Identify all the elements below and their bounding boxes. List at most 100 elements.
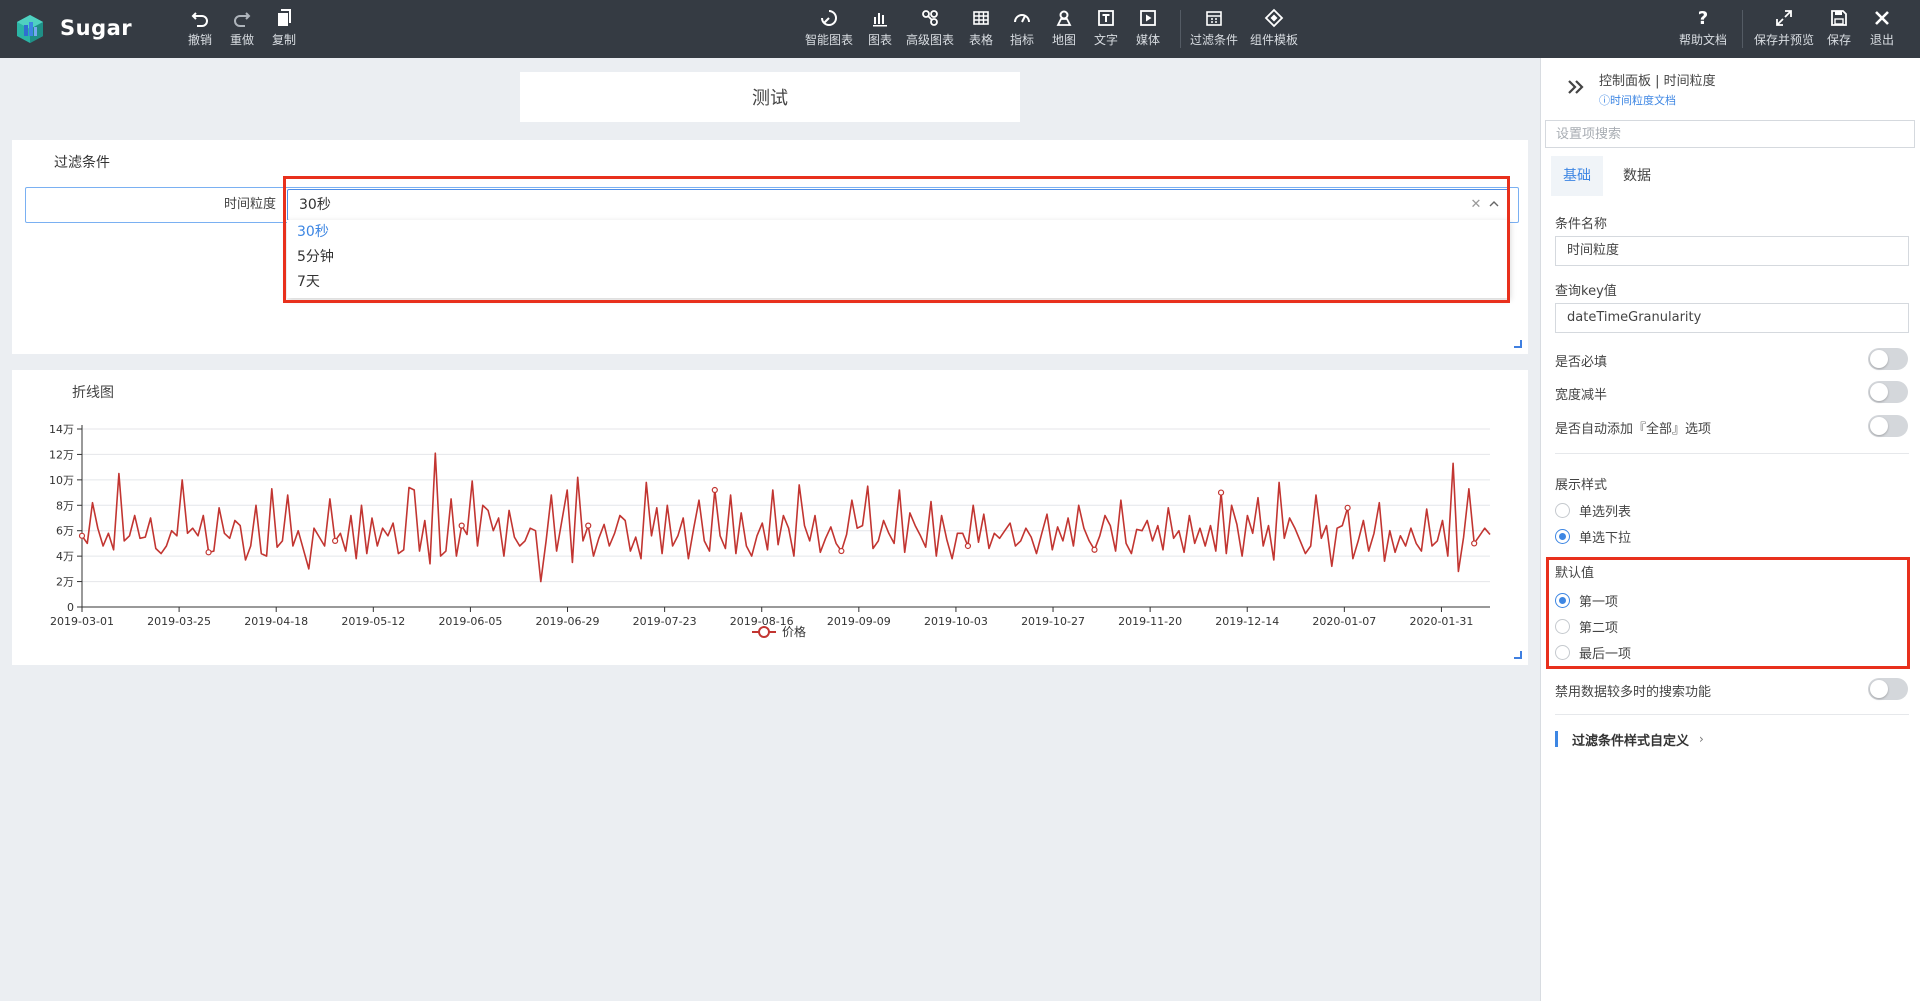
metric-button[interactable]: 指标 [1010, 8, 1034, 52]
advanced-chart-button[interactable]: 高级图表 [906, 8, 954, 52]
advanced-chart-icon [922, 10, 938, 26]
page-title[interactable]: 测试 [520, 72, 1020, 122]
close-icon[interactable]: ✕ [1469, 198, 1483, 212]
save-preview-button[interactable]: 保存并预览 [1754, 8, 1814, 52]
exit-label: 退出 [1870, 33, 1895, 47]
doc-link[interactable]: ⓘ时间粒度文档 [1599, 92, 1676, 108]
query-key-label: 查询key值 [1555, 284, 1617, 299]
series-point [1091, 546, 1098, 553]
auto-all-toggle[interactable] [1868, 415, 1908, 437]
radio-button[interactable] [1555, 644, 1570, 660]
select-dropdown: 30秒 5分钟 7天 [287, 220, 1510, 298]
chevron-right-icon: › [1699, 732, 1704, 746]
redo-button[interactable]: 重做 [230, 8, 254, 52]
floppy-save-icon [1831, 10, 1847, 26]
tab-basic[interactable]: 基础 [1551, 156, 1603, 196]
radio-default-last[interactable]: 最后一项 [1555, 642, 1631, 662]
media-button[interactable]: 媒体 [1136, 8, 1160, 52]
map-button[interactable]: 地图 [1052, 8, 1076, 52]
radio-button[interactable] [1555, 592, 1570, 608]
disable-search-toggle[interactable] [1868, 678, 1908, 700]
condition-name-label: 条件名称 [1555, 217, 1608, 232]
radio-default-second[interactable]: 第二项 [1555, 616, 1618, 636]
smart-chart-icon [821, 10, 837, 26]
default-value-label: 默认值 [1555, 566, 1595, 581]
y-tick-label: 12万 [49, 448, 74, 461]
radio-button[interactable] [1555, 502, 1570, 518]
filter-button[interactable]: 过滤条件 [1190, 8, 1238, 52]
y-tick-label: 10万 [49, 474, 74, 487]
y-tick-label: 2万 [56, 576, 74, 589]
radio-button[interactable] [1555, 528, 1570, 544]
resize-handle[interactable] [1514, 340, 1522, 348]
y-tick-label: 8万 [56, 499, 74, 512]
series-point [964, 542, 972, 550]
legend-label: 价格 [782, 624, 806, 639]
y-tick-label: 4万 [56, 550, 74, 563]
chart-button[interactable]: 图表 [868, 8, 892, 52]
smart-chart-label: 智能图表 [805, 33, 854, 47]
series-point [332, 537, 339, 544]
save-button[interactable]: 保存 [1827, 8, 1851, 52]
custom-style-section[interactable]: 过滤条件样式自定义 › [1555, 730, 1704, 749]
dropdown-option[interactable]: 30秒 [287, 220, 1510, 245]
series-point [711, 486, 718, 494]
x-tick-label: 2020-01-31 [1409, 615, 1473, 628]
filter-label: 过滤条件 [1190, 33, 1239, 47]
settings-search-input[interactable] [1545, 120, 1915, 148]
series-point [78, 532, 86, 539]
series-line [81, 452, 1491, 583]
required-label: 是否必填 [1555, 355, 1608, 370]
series-point [1471, 540, 1478, 547]
template-label: 组件模板 [1250, 33, 1299, 47]
dropdown-option[interactable]: 7天 [287, 270, 1510, 295]
template-button[interactable]: 组件模板 [1250, 8, 1298, 52]
sugar-logo-icon [17, 15, 43, 43]
tab-data[interactable]: 数据 [1611, 156, 1663, 196]
section-accent-bar [1555, 731, 1558, 747]
required-toggle[interactable] [1868, 348, 1908, 370]
copy-button[interactable]: 复制 [272, 8, 296, 52]
media-label: 媒体 [1136, 33, 1161, 47]
text-button[interactable]: 文字 [1094, 8, 1118, 52]
metric-label: 指标 [1010, 33, 1035, 47]
panel-header: 控制面板 | 时间粒度 [1599, 74, 1716, 89]
smart-chart-button[interactable]: 智能图表 [805, 8, 853, 52]
dropdown-option[interactable]: 5分钟 [287, 245, 1510, 270]
time-granularity-select[interactable]: 30秒 ✕ [287, 189, 1510, 221]
toolbar-separator [1742, 10, 1743, 48]
double-chevron-right-icon[interactable] [1565, 76, 1587, 98]
x-tick-label: 2019-03-01 [50, 615, 114, 628]
divider [1555, 714, 1909, 715]
filter-card-title: 过滤条件 [54, 155, 110, 171]
table-label: 表格 [969, 33, 994, 47]
y-tick-label: 14万 [49, 423, 74, 436]
half-width-toggle[interactable] [1868, 381, 1908, 403]
radio-display-list[interactable]: 单选列表 [1555, 500, 1631, 520]
text-icon [1098, 10, 1114, 26]
line-chart-card[interactable]: 折线图 0 2万 4万 6万 8万 10万 12万 14万 2019-03-01 2019-03-… [12, 370, 1528, 665]
radio-default-first[interactable]: 第一项 [1555, 590, 1618, 610]
radio-label: 最后一项 [1579, 646, 1632, 662]
condition-name-input[interactable]: 时间粒度 [1555, 236, 1909, 266]
radio-label: 单选列表 [1579, 504, 1632, 520]
radio-button[interactable] [1555, 618, 1570, 634]
select-value: 30秒 [299, 197, 331, 213]
table-button[interactable]: 表格 [969, 8, 993, 52]
help-button[interactable]: ? 帮助文档 [1679, 8, 1727, 52]
exit-button[interactable]: 退出 [1870, 8, 1894, 52]
bar-chart-icon [873, 13, 887, 27]
undo-button[interactable]: 撤销 [188, 8, 212, 52]
map-pin-icon [1056, 10, 1072, 26]
chevron-up-icon[interactable] [1487, 197, 1501, 211]
top-toolbar: Sugar 撤销 重做 复制 智能图表 图表 高级图表 表格 指标 地图 文字 [0, 0, 1920, 58]
filter-card[interactable]: 过滤条件 时间粒度 30秒 ✕ 30秒 5分钟 7天 [12, 140, 1528, 354]
expand-icon [1776, 10, 1792, 26]
x-tick-label: 2019-09-09 [827, 615, 891, 628]
radio-display-dropdown[interactable]: 单选下拉 [1555, 526, 1631, 546]
control-panel: 控制面板 | 时间粒度 ⓘ时间粒度文档 基础 数据 条件名称 时间粒度 查询ke… [1540, 58, 1920, 1001]
query-key-input[interactable]: dateTimeGranularity [1555, 303, 1909, 333]
series-point [1344, 504, 1351, 511]
x-tick-label: 2019-04-18 [244, 615, 308, 628]
resize-handle[interactable] [1514, 651, 1522, 659]
